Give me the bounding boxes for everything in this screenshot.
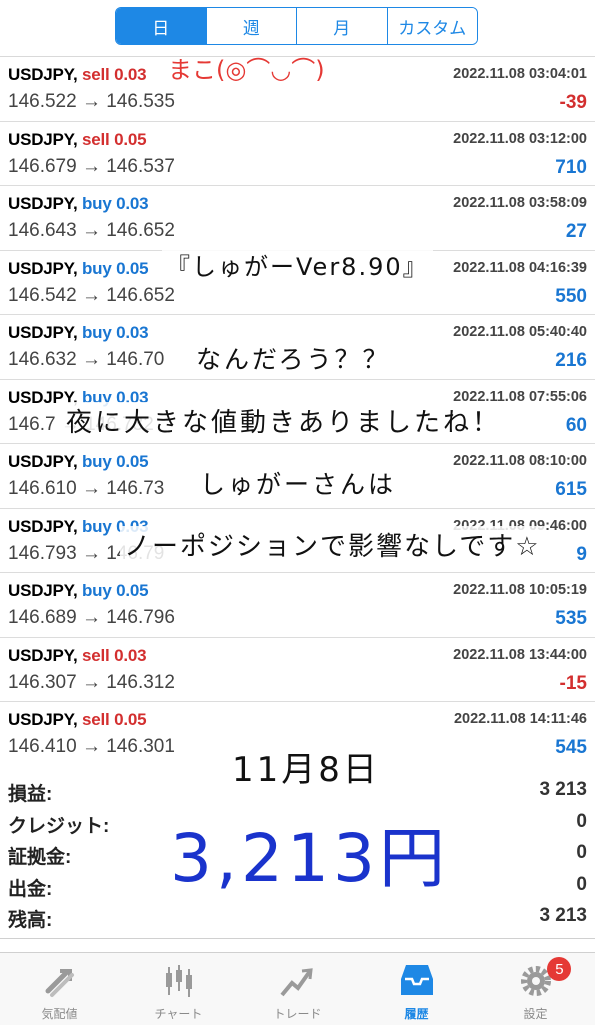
tab-label: 設定	[523, 1007, 548, 1021]
period-tab-custom[interactable]: カスタム	[387, 8, 477, 44]
summary-value: 0	[576, 873, 587, 895]
trade-prices: 146.689 → 146.796	[8, 607, 175, 628]
trade-side: sell 0.05	[82, 710, 147, 729]
handwritten-note-line: しゅがーさんは	[196, 465, 401, 501]
summary-label: クレジット:	[8, 815, 110, 837]
trade-side: sell 0.03	[82, 65, 147, 84]
summary-label: 残高:	[8, 910, 53, 931]
trade-time: 2022.11.08 04:16:39	[453, 259, 587, 276]
trade-side: buy 0.03	[82, 194, 149, 213]
tab-label: トレード	[273, 1007, 322, 1021]
tab-quotes[interactable]: 気配値	[0, 953, 119, 1025]
trade-profit: 615	[555, 479, 587, 500]
notification-badge: 5	[547, 957, 572, 981]
trade-time: 2022.11.08 03:12:00	[453, 130, 587, 147]
trade-time: 2022.11.08 10:05:19	[453, 582, 587, 598]
summary-row-balance: 残高: 3 213	[0, 901, 595, 933]
trade-time: 2022.11.08 08:10:00	[453, 453, 587, 469]
trade-symbol: USDJPY, buy 0.03	[8, 194, 149, 213]
trade-profit: -39	[559, 92, 587, 113]
trade-row[interactable]: USDJPY, sell 0.05 2022.11.08 03:12:00 14…	[0, 122, 595, 186]
trade-prices: 146.679 → 146.537	[8, 155, 175, 177]
period-tab-week[interactable]: 週	[206, 8, 297, 44]
trade-prices: 146.610 → 146.73	[8, 478, 165, 499]
trade-symbol: USDJPY, sell 0.05	[8, 710, 147, 729]
handwritten-note-title: 『しゅがーVer8.90』	[162, 247, 433, 282]
tab-label: 気配値	[41, 1007, 78, 1021]
summary-value: 0	[576, 810, 587, 832]
handwritten-date: 11月8日	[232, 750, 380, 790]
trade-symbol: USDJPY, sell 0.03	[8, 645, 147, 665]
handwritten-author-note: まこ(◎⌒◡⌒)	[168, 56, 325, 84]
trade-side: buy 0.03	[82, 323, 149, 342]
trade-icon	[279, 968, 313, 997]
trade-side: sell 0.03	[82, 645, 147, 665]
trade-profit: 710	[555, 156, 587, 178]
trade-prices: 146.643 → 146.652	[8, 220, 175, 241]
trade-row[interactable]: USDJPY, buy 0.05 2022.11.08 10:05:19 146…	[0, 573, 595, 638]
trade-symbol: USDJPY, buy 0.03	[8, 323, 149, 342]
trade-time: 2022.11.08 14:11:46	[453, 711, 587, 727]
trade-symbol: USDJPY, sell 0.05	[8, 129, 147, 149]
handwritten-note-line: 夜に大きな値動きありましたね！	[62, 402, 506, 439]
tab-trade[interactable]: トレード	[238, 953, 357, 1025]
summary-value: 3 213	[539, 779, 587, 800]
summary-value: 0	[576, 842, 587, 863]
trade-symbol: USDJPY, buy 0.05	[8, 258, 149, 278]
handwritten-note-line: なんだろう？？	[192, 340, 395, 376]
trade-symbol: USDJPY, buy 0.05	[8, 452, 149, 471]
history-icon	[400, 965, 433, 995]
trade-profit: 216	[555, 350, 587, 371]
handwritten-amount: 3,213円	[170, 820, 449, 897]
trade-profit: -15	[559, 672, 587, 694]
period-segmented-control: 日 週 月 カスタム	[115, 7, 478, 45]
tab-chart[interactable]: チャート	[119, 953, 238, 1025]
trade-prices: 146.410 → 146.301	[8, 736, 175, 757]
trade-prices: 146.307 → 146.312	[8, 671, 175, 693]
trade-profit: 27	[565, 221, 587, 242]
trade-time: 2022.11.08 13:44:00	[453, 646, 587, 663]
trade-side: sell 0.05	[82, 129, 147, 149]
trade-row[interactable]: USDJPY, buy 0.03 2022.11.08 03:58:09 146…	[0, 186, 595, 251]
summary-label: 出金:	[8, 878, 53, 900]
trade-symbol: USDJPY, buy 0.05	[8, 581, 149, 600]
tab-label: 履歴	[404, 1007, 429, 1021]
trade-profit: 60	[565, 414, 587, 436]
tab-history[interactable]: 履歴	[357, 953, 476, 1025]
trade-side: buy 0.05	[82, 581, 149, 600]
period-tab-day[interactable]: 日	[116, 8, 207, 44]
trade-profit: 9	[576, 543, 587, 565]
trade-prices: 146.632 → 146.70	[8, 349, 165, 370]
trade-profit: 535	[555, 608, 587, 629]
trade-side: buy 0.05	[82, 258, 149, 278]
quotes-icon	[45, 969, 74, 997]
trade-profit: 550	[555, 285, 587, 307]
trade-prices: 146.542 → 146.652	[8, 284, 175, 306]
summary-label: 証拠金:	[8, 847, 72, 868]
trade-prices: 146.522 → 146.535	[8, 91, 175, 112]
tab-label: チャート	[154, 1007, 203, 1021]
trade-row[interactable]: USDJPY, sell 0.03 2022.11.08 13:44:00 14…	[0, 638, 595, 702]
trade-side: buy 0.05	[82, 452, 149, 471]
handwritten-note-line: ノーポジションで影響なしです☆	[120, 526, 545, 563]
period-tab-month[interactable]: 月	[297, 8, 388, 44]
summary-label: 損益:	[8, 784, 53, 805]
trade-time: 2022.11.08 03:58:09	[453, 195, 587, 211]
summary-value: 3 213	[539, 905, 587, 926]
trade-profit: 545	[555, 737, 587, 758]
trade-symbol: USDJPY, sell 0.03	[8, 65, 147, 84]
bottom-tab-bar: 気配値 チャート トレード 履歴 設定 5	[0, 952, 595, 1025]
chart-icon	[165, 965, 192, 997]
trade-time: 2022.11.08 05:40:40	[453, 324, 587, 340]
trade-time: 2022.11.08 03:04:01	[453, 66, 587, 82]
divider	[0, 938, 595, 939]
tab-settings[interactable]: 設定 5	[476, 953, 595, 1025]
